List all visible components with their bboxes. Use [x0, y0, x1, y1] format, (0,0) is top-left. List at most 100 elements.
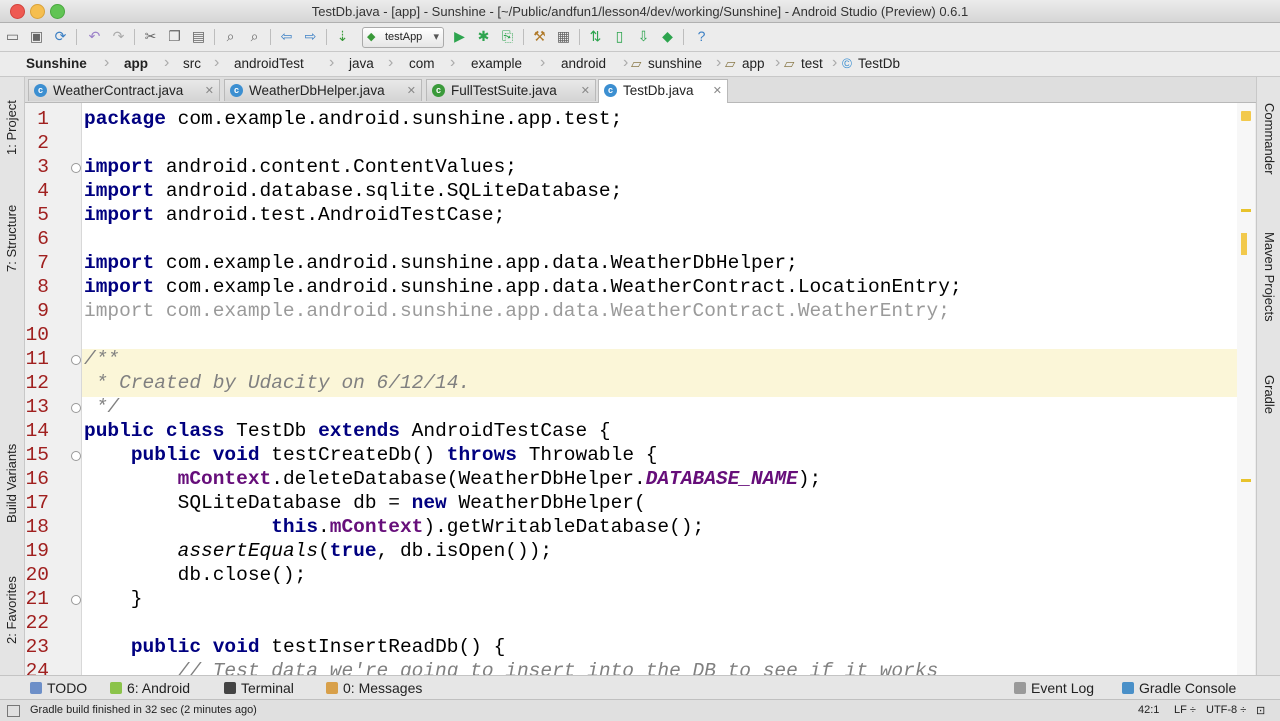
tool-window-structure[interactable]: 7: Structure	[4, 205, 19, 272]
breadcrumb-item[interactable]: src	[183, 56, 201, 71]
android-monitor-icon[interactable]: ◆	[659, 28, 676, 45]
save-icon[interactable]: ▣	[28, 28, 45, 45]
sync-icon[interactable]: ⟳	[52, 28, 69, 45]
tab-full-test-suite[interactable]: c FullTestSuite.java ✕	[426, 79, 596, 101]
tab-test-db[interactable]: c TestDb.java ✕	[598, 79, 728, 103]
fold-marker-icon[interactable]	[71, 163, 81, 173]
code-line[interactable]: // Test data we're going to insert into …	[84, 660, 939, 675]
scroll-thumb[interactable]	[1241, 233, 1247, 255]
code-line[interactable]: public void testInsertReadDb() {	[84, 636, 505, 658]
project-structure-icon[interactable]: ▦	[555, 28, 572, 45]
caret-position[interactable]: 42:1	[1138, 704, 1159, 716]
help-icon[interactable]: ?	[693, 28, 710, 45]
open-folder-icon[interactable]: ▭	[4, 28, 21, 45]
warning-status-icon[interactable]	[1241, 111, 1251, 121]
forward-icon[interactable]: ⇨	[302, 28, 319, 45]
line-separator-select[interactable]: LF ÷	[1174, 704, 1196, 716]
breadcrumb: Sunshine › app › src › androidTest › jav…	[0, 52, 1280, 77]
fold-marker-icon[interactable]	[71, 355, 81, 365]
code-token: public	[130, 636, 202, 658]
tool-window-build-variants[interactable]: Build Variants	[4, 444, 19, 523]
gradle-sync-icon[interactable]: ⇅	[587, 28, 604, 45]
code-line[interactable]: public class TestDb extends AndroidTestC…	[84, 420, 611, 442]
debug-icon[interactable]: ✱	[475, 28, 492, 45]
back-icon[interactable]: ⇦	[278, 28, 295, 45]
breadcrumb-item[interactable]: java	[349, 56, 374, 71]
tool-window-favorites[interactable]: 2: Favorites	[4, 576, 19, 644]
replace-icon[interactable]: ⌕	[246, 28, 263, 45]
code-line[interactable]: * Created by Udacity on 6/12/14.	[84, 372, 470, 394]
undo-icon[interactable]: ↶	[86, 28, 103, 45]
close-icon[interactable]: ✕	[407, 80, 416, 102]
code-line[interactable]: */	[84, 396, 119, 418]
run-icon[interactable]: ▶	[451, 28, 468, 45]
breadcrumb-item[interactable]: sunshine	[648, 56, 702, 71]
encoding-select[interactable]: UTF-8 ÷	[1206, 704, 1246, 716]
code-line[interactable]: package com.example.android.sunshine.app…	[84, 108, 622, 130]
code-token: com.example.android.sunshine.app.data.We…	[154, 276, 962, 298]
tool-window-todo[interactable]: TODO	[30, 680, 87, 696]
breadcrumb-item[interactable]: androidTest	[234, 56, 304, 71]
fold-marker-icon[interactable]	[71, 451, 81, 461]
code-line[interactable]: import android.content.ContentValues;	[84, 156, 517, 178]
tab-weather-db-helper[interactable]: c WeatherDbHelper.java ✕	[224, 79, 422, 101]
tool-window-project[interactable]: 1: Project	[4, 100, 19, 155]
warning-marker[interactable]	[1241, 209, 1251, 212]
attach-debugger-icon[interactable]: ⎘	[499, 28, 516, 45]
breadcrumb-item[interactable]: Sunshine	[26, 56, 87, 71]
make-project-icon[interactable]: ⇣	[334, 28, 351, 45]
code-line[interactable]: SQLiteDatabase db = new WeatherDbHelper(	[84, 492, 646, 514]
error-stripe[interactable]	[1237, 103, 1255, 675]
warning-marker[interactable]	[1241, 479, 1251, 482]
redo-icon[interactable]: ↷	[110, 28, 127, 45]
code-line[interactable]: import com.example.android.sunshine.app.…	[84, 276, 962, 298]
tool-window-gradle-console[interactable]: Gradle Console	[1122, 680, 1236, 696]
code-line[interactable]: mContext.deleteDatabase(WeatherDbHelper.…	[84, 468, 822, 490]
code-token: );	[797, 468, 822, 490]
tool-window-terminal[interactable]: Terminal	[224, 680, 294, 696]
breadcrumb-item[interactable]: android	[561, 56, 606, 71]
breadcrumb-item[interactable]: example	[471, 56, 522, 71]
tool-window-maven-projects[interactable]: Maven Projects	[1262, 232, 1277, 322]
close-icon[interactable]: ✕	[713, 80, 722, 102]
code-line[interactable]: db.close();	[84, 564, 307, 586]
breadcrumb-item[interactable]: app	[742, 56, 765, 71]
code-line[interactable]: /**	[84, 348, 119, 370]
lock-icon[interactable]: ⊡	[1256, 704, 1265, 717]
code-line[interactable]: }	[84, 588, 143, 610]
code-line[interactable]: this.mContext).getWritableDatabase();	[84, 516, 704, 538]
avd-manager-icon[interactable]: ▯	[611, 28, 628, 45]
tool-window-commander[interactable]: Commander	[1262, 103, 1277, 175]
code-line[interactable]: assertEquals(true, db.isOpen());	[84, 540, 552, 562]
sdk-manager-icon[interactable]: ⇩	[635, 28, 652, 45]
breadcrumb-item[interactable]: test	[801, 56, 823, 71]
code-line[interactable]: import android.database.sqlite.SQLiteDat…	[84, 180, 622, 202]
tool-window-android[interactable]: 6: Android	[110, 680, 190, 696]
breadcrumb-item[interactable]: com	[409, 56, 435, 71]
tab-weather-contract[interactable]: c WeatherContract.java ✕	[28, 79, 220, 101]
code-line[interactable]: import com.example.android.sunshine.app.…	[84, 300, 950, 322]
find-icon[interactable]: ⌕	[222, 28, 239, 45]
cut-icon[interactable]: ✂	[142, 28, 159, 45]
close-icon[interactable]: ✕	[581, 80, 590, 102]
code-editor[interactable]: package com.example.android.sunshine.app…	[82, 103, 1237, 675]
code-line[interactable]: public void testCreateDb() throws Throwa…	[84, 444, 658, 466]
code-line[interactable]: import android.test.AndroidTestCase;	[84, 204, 505, 226]
paste-icon[interactable]: ▤	[190, 28, 207, 45]
breadcrumb-item[interactable]: app	[124, 56, 148, 71]
tool-window-gradle[interactable]: Gradle	[1262, 375, 1277, 414]
code-token: DATABASE_NAME	[645, 468, 798, 490]
status-message[interactable]: Gradle build finished in 32 sec (2 minut…	[30, 704, 257, 716]
settings-icon[interactable]: ⚒	[531, 28, 548, 45]
copy-icon[interactable]: ❐	[166, 28, 183, 45]
run-configuration-select[interactable]: ◆ testApp ▾	[362, 27, 444, 48]
fold-marker-icon[interactable]	[71, 403, 81, 413]
code-line[interactable]: import com.example.android.sunshine.app.…	[84, 252, 798, 274]
tool-window-messages[interactable]: 0: Messages	[326, 680, 422, 696]
close-icon[interactable]: ✕	[205, 80, 214, 102]
tool-window-event-log[interactable]: Event Log	[1014, 680, 1094, 696]
fold-marker-icon[interactable]	[71, 595, 81, 605]
tool-windows-toggle-icon[interactable]	[7, 705, 20, 717]
breadcrumb-item[interactable]: TestDb	[858, 56, 900, 71]
